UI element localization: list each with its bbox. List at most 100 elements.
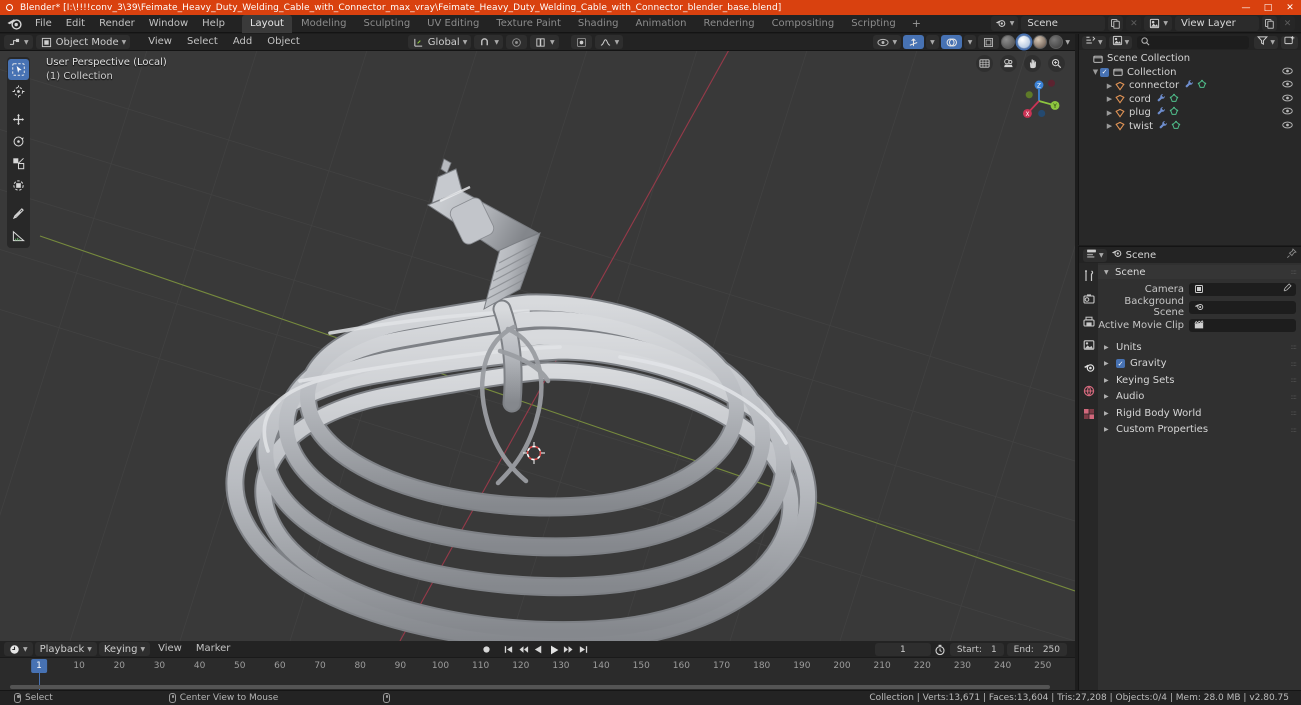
snap-dropdown[interactable]: ▼ bbox=[474, 35, 503, 49]
object-disclosure-triangle[interactable]: ▶ bbox=[1105, 109, 1114, 117]
menu-file[interactable]: File bbox=[28, 16, 59, 32]
tweak-tool[interactable] bbox=[8, 59, 29, 80]
outliner-display-mode-dropdown[interactable]: ▼ bbox=[1108, 35, 1133, 49]
collection-checkbox[interactable]: ✓ bbox=[1100, 67, 1109, 77]
xray-toggle[interactable] bbox=[978, 35, 1000, 49]
units-panel-header[interactable]: ▶ Units :::: bbox=[1098, 339, 1301, 356]
scene-name-field[interactable]: Scene bbox=[1021, 16, 1106, 31]
tab-compositing[interactable]: Compositing bbox=[764, 15, 843, 33]
object-visibility-eye-icon[interactable] bbox=[1282, 94, 1293, 105]
cursor-tool[interactable] bbox=[8, 81, 29, 102]
object-disclosure-triangle[interactable]: ▶ bbox=[1105, 82, 1114, 90]
menu-edit[interactable]: Edit bbox=[59, 16, 92, 32]
pan-view-icon[interactable] bbox=[1024, 55, 1041, 72]
falloff-curve-dropdown[interactable]: ▼ bbox=[594, 35, 624, 49]
tab-uv-editing[interactable]: UV Editing bbox=[419, 15, 487, 33]
annotate-tool[interactable] bbox=[8, 203, 29, 224]
playback-menu[interactable]: Playback ▼ bbox=[34, 642, 97, 656]
gravity-panel-header[interactable]: ▶ ✓ Gravity :::: bbox=[1098, 356, 1301, 373]
jump-end-icon[interactable] bbox=[577, 643, 590, 656]
transform-tool[interactable] bbox=[8, 175, 29, 196]
playhead-handle[interactable]: 1 bbox=[31, 659, 47, 673]
object-disclosure-triangle[interactable]: ▶ bbox=[1105, 122, 1114, 130]
viewport-menu-object[interactable]: Object bbox=[261, 35, 306, 49]
tab-animation[interactable]: Animation bbox=[628, 15, 695, 33]
scene-tab[interactable] bbox=[1081, 361, 1096, 375]
transform-orientation-dropdown[interactable]: Global ▼ bbox=[407, 35, 472, 49]
keying-menu[interactable]: Keying ▼ bbox=[98, 642, 151, 656]
outliner-row-plug[interactable]: ▶ plug bbox=[1079, 106, 1301, 120]
shading-rendered-button[interactable] bbox=[1049, 35, 1064, 49]
tool-tab[interactable] bbox=[1081, 269, 1096, 283]
object-visibility-eye-icon[interactable] bbox=[1282, 121, 1293, 132]
eyedropper-icon[interactable] bbox=[1282, 282, 1292, 296]
tab-shading[interactable]: Shading bbox=[570, 15, 627, 33]
overlays-settings-dropdown[interactable]: ▼ bbox=[963, 35, 977, 49]
interaction-mode-dropdown[interactable]: Object Mode ▼ bbox=[35, 35, 131, 49]
shading-settings-dropdown[interactable]: ▼ bbox=[1065, 39, 1070, 46]
render-tab[interactable] bbox=[1081, 292, 1096, 306]
object-disclosure-triangle[interactable]: ▶ bbox=[1105, 95, 1114, 103]
zoom-view-icon[interactable] bbox=[1048, 55, 1065, 72]
editor-type-dropdown[interactable]: ▼ bbox=[4, 35, 33, 49]
view-layer-tab[interactable] bbox=[1081, 338, 1096, 352]
minimize-button[interactable]: — bbox=[1235, 0, 1257, 15]
viewport-menu-view[interactable]: View bbox=[142, 35, 178, 49]
shading-wireframe-button[interactable] bbox=[1001, 35, 1016, 49]
outliner-row-connector[interactable]: ▶ connector bbox=[1079, 79, 1301, 93]
current-frame-field[interactable]: 1 bbox=[874, 643, 931, 656]
viewport-menu-select[interactable]: Select bbox=[181, 35, 224, 49]
modifier-wrench-icon[interactable] bbox=[1156, 93, 1166, 106]
maximize-button[interactable]: □ bbox=[1257, 0, 1279, 15]
navigation-gizmo[interactable]: Z Y X bbox=[1015, 77, 1063, 125]
active-movie-clip-field[interactable] bbox=[1189, 318, 1296, 332]
auto-keying-icon[interactable] bbox=[934, 643, 947, 656]
custom-properties-panel-header[interactable]: ▶ Custom Properties :::: bbox=[1098, 422, 1301, 439]
timeline-ruler[interactable]: 10 20 30 40 50 60 70 80 90 100 110 120 130 140 150 160 1… bbox=[0, 658, 1075, 674]
modifier-wrench-icon[interactable] bbox=[1158, 120, 1168, 133]
audio-panel-header[interactable]: ▶ Audio :::: bbox=[1098, 389, 1301, 406]
timeline-menu-marker[interactable]: Marker bbox=[190, 642, 237, 656]
mesh-data-icon[interactable] bbox=[1171, 120, 1181, 133]
overlays-toggle[interactable] bbox=[940, 35, 962, 49]
tab-rendering[interactable]: Rendering bbox=[695, 15, 762, 33]
move-tool[interactable] bbox=[8, 109, 29, 130]
play-reverse-icon[interactable] bbox=[532, 643, 545, 656]
mesh-data-icon[interactable] bbox=[1169, 106, 1179, 119]
background-scene-field[interactable] bbox=[1189, 300, 1296, 314]
mesh-data-icon[interactable] bbox=[1197, 79, 1207, 92]
collection-visibility-eye-icon[interactable] bbox=[1282, 67, 1293, 78]
outliner-row-twist[interactable]: ▶ twist bbox=[1079, 120, 1301, 134]
shading-solid-button[interactable] bbox=[1017, 35, 1032, 49]
mesh-data-icon[interactable] bbox=[1169, 93, 1179, 106]
toggle-ortho-icon[interactable] bbox=[976, 55, 993, 72]
timeline-menu-view[interactable]: View bbox=[152, 642, 188, 656]
modifier-wrench-icon[interactable] bbox=[1156, 106, 1166, 119]
end-frame-field[interactable]: End: 250 bbox=[1006, 643, 1067, 656]
3d-viewport[interactable]: User Perspective (Local) (1) Collection bbox=[0, 51, 1075, 641]
gizmo-settings-dropdown[interactable]: ▼ bbox=[926, 35, 939, 49]
remove-scene-button[interactable]: ✕ bbox=[1126, 16, 1142, 31]
gravity-checkbox[interactable]: ✓ bbox=[1116, 359, 1125, 369]
outliner-row-collection[interactable]: ▼ ✓ Collection bbox=[1079, 66, 1301, 80]
keying-sets-panel-header[interactable]: ▶ Keying Sets :::: bbox=[1098, 372, 1301, 389]
timeline-horizontal-scrollbar[interactable] bbox=[10, 685, 1050, 689]
outliner-search-input[interactable] bbox=[1153, 37, 1246, 47]
texture-tab[interactable] bbox=[1081, 407, 1096, 421]
camera-field[interactable] bbox=[1189, 282, 1296, 296]
next-keyframe-icon[interactable] bbox=[562, 643, 575, 656]
timeline-editor-type-dropdown[interactable]: ▼ bbox=[4, 642, 33, 656]
world-tab[interactable] bbox=[1081, 384, 1096, 398]
menu-window[interactable]: Window bbox=[142, 16, 195, 32]
new-viewlayer-button[interactable] bbox=[1262, 16, 1277, 31]
tab-layout[interactable]: Layout bbox=[241, 14, 292, 33]
close-button[interactable]: ✕ bbox=[1279, 0, 1301, 15]
tab-sculpting[interactable]: Sculpting bbox=[355, 15, 418, 33]
blender-logo-icon[interactable] bbox=[6, 16, 24, 32]
object-visibility-eye-icon[interactable] bbox=[1282, 80, 1293, 91]
record-icon[interactable] bbox=[480, 643, 493, 656]
scale-tool[interactable] bbox=[8, 153, 29, 174]
rotate-tool[interactable] bbox=[8, 131, 29, 152]
object-visibility-eye-icon[interactable] bbox=[1282, 107, 1293, 118]
pin-id-icon[interactable] bbox=[1286, 248, 1297, 262]
